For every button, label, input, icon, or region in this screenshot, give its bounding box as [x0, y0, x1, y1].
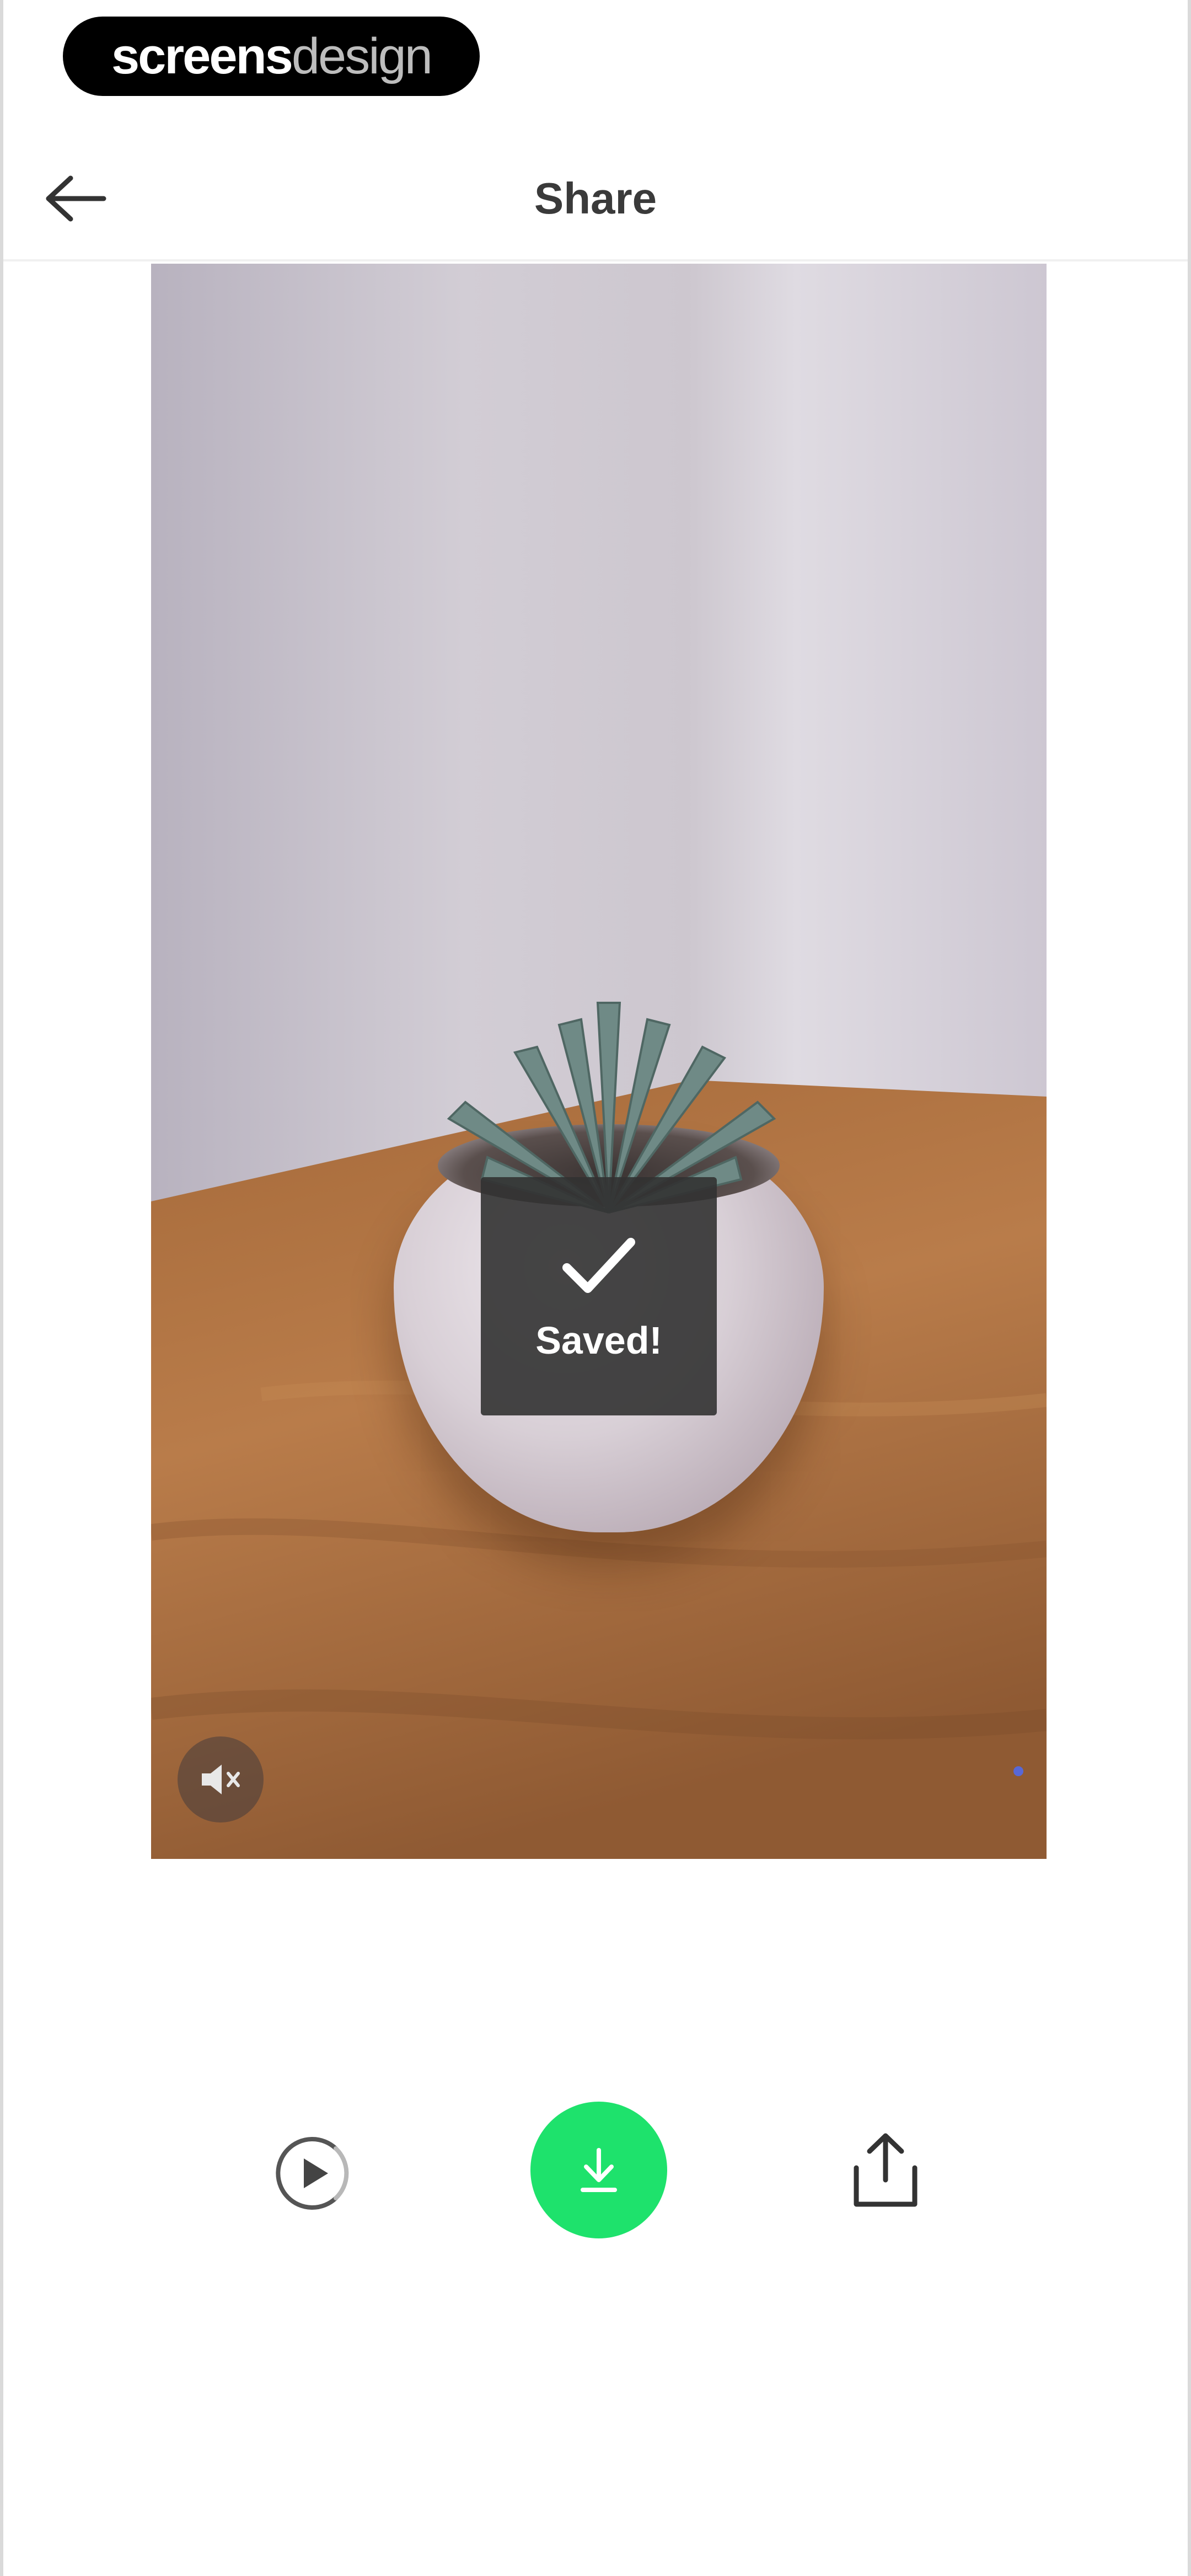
mute-button[interactable] [178, 1736, 264, 1823]
speaker-muted-icon [202, 1765, 240, 1794]
share-icon [854, 2133, 918, 2207]
page-title: Share [534, 174, 657, 223]
checkmark-icon [562, 1238, 635, 1293]
accent-dot [1013, 1766, 1023, 1776]
share-screen: screens design Share Saved! [0, 0, 1191, 2576]
brand-logo-part2: design [291, 28, 433, 84]
brand-logo-part1: screens [111, 28, 293, 84]
play-button[interactable] [268, 2129, 356, 2217]
saved-toast: Saved! [481, 1177, 717, 1415]
top-bar: Share [3, 138, 1188, 261]
action-bar [3, 2102, 1188, 2240]
share-button[interactable] [841, 2124, 930, 2217]
download-icon [581, 2148, 617, 2192]
saved-toast-label: Saved! [535, 1319, 662, 1362]
brand-logo: screens design [63, 17, 480, 96]
download-button[interactable] [530, 2102, 667, 2238]
arrow-left-icon [46, 175, 106, 222]
play-icon [276, 2137, 349, 2210]
media-preview[interactable]: Saved! [151, 264, 1047, 1859]
back-button[interactable] [36, 165, 114, 232]
